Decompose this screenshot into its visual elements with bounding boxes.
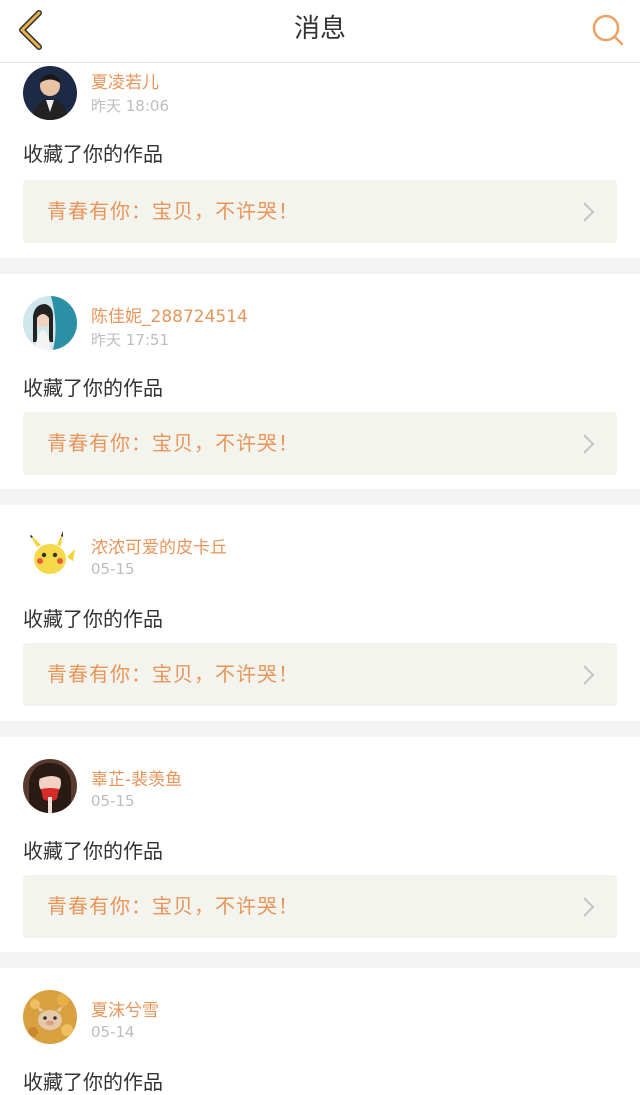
work-link[interactable]: 青春有你：宝贝，不许哭！ — [23, 875, 617, 938]
action-text: 收藏了你的作品 — [23, 1070, 163, 1094]
username[interactable]: 夏沫兮雪 — [91, 996, 159, 1021]
work-title: 青春有你：宝贝，不许哭！ — [47, 199, 299, 223]
page-title: 消息 — [293, 14, 346, 44]
search-button[interactable] — [588, 10, 628, 50]
work-title: 青春有你：宝贝，不许哭！ — [47, 894, 299, 918]
action-text: 收藏了你的作品 — [23, 142, 163, 166]
chevron-right-icon — [583, 665, 595, 685]
message-card[interactable]: 夏沫兮雪 05-14 收藏了你的作品 — [0, 968, 640, 1095]
work-link[interactable]: 青春有你：宝贝，不许哭！ — [23, 643, 617, 706]
avatar[interactable] — [23, 527, 77, 581]
chevron-right-icon — [583, 897, 595, 917]
action-text: 收藏了你的作品 — [23, 839, 163, 863]
work-title: 青春有你：宝贝，不许哭！ — [47, 431, 299, 455]
chevron-right-icon — [583, 434, 595, 454]
message-card[interactable]: 夏凌若儿 昨天 18:06 收藏了你的作品 青春有你：宝贝，不许哭！ — [0, 62, 640, 258]
username[interactable]: 夏凌若儿 — [91, 68, 159, 93]
work-link[interactable]: 青春有你：宝贝，不许哭！ — [23, 412, 617, 475]
username[interactable]: 陈佳妮_288724514 — [91, 302, 248, 327]
avatar[interactable] — [23, 990, 77, 1044]
avatar[interactable] — [23, 759, 77, 813]
work-link[interactable]: 青春有你：宝贝，不许哭！ — [23, 180, 617, 243]
top-navigation-bar: 消息 — [0, 0, 640, 63]
avatar[interactable] — [23, 66, 77, 120]
search-icon — [592, 14, 624, 46]
message-card[interactable]: 辜芷-裴羡鱼 05-15 收藏了你的作品 青春有你：宝贝，不许哭！ — [0, 737, 640, 952]
work-title: 青春有你：宝贝，不许哭！ — [47, 662, 299, 686]
message-feed[interactable]: 夏凌若儿 昨天 18:06 收藏了你的作品 青春有你：宝贝，不许哭！ 陈佳妮_2… — [0, 62, 640, 1095]
avatar[interactable] — [23, 296, 77, 350]
timestamp: 昨天 18:06 — [91, 97, 169, 115]
action-text: 收藏了你的作品 — [23, 376, 163, 400]
action-text: 收藏了你的作品 — [23, 607, 163, 631]
timestamp: 05-15 — [91, 792, 135, 810]
message-card[interactable]: 陈佳妮_288724514 昨天 17:51 收藏了你的作品 青春有你：宝贝，不… — [0, 274, 640, 489]
timestamp: 05-14 — [91, 1023, 135, 1041]
chevron-right-icon — [583, 202, 595, 222]
timestamp: 05-15 — [91, 560, 135, 578]
username[interactable]: 浓浓可爱的皮卡丘 — [91, 533, 227, 558]
timestamp: 昨天 17:51 — [91, 331, 169, 349]
message-card[interactable]: 浓浓可爱的皮卡丘 05-15 收藏了你的作品 青春有你：宝贝，不许哭！ — [0, 505, 640, 721]
username[interactable]: 辜芷-裴羡鱼 — [91, 765, 182, 790]
